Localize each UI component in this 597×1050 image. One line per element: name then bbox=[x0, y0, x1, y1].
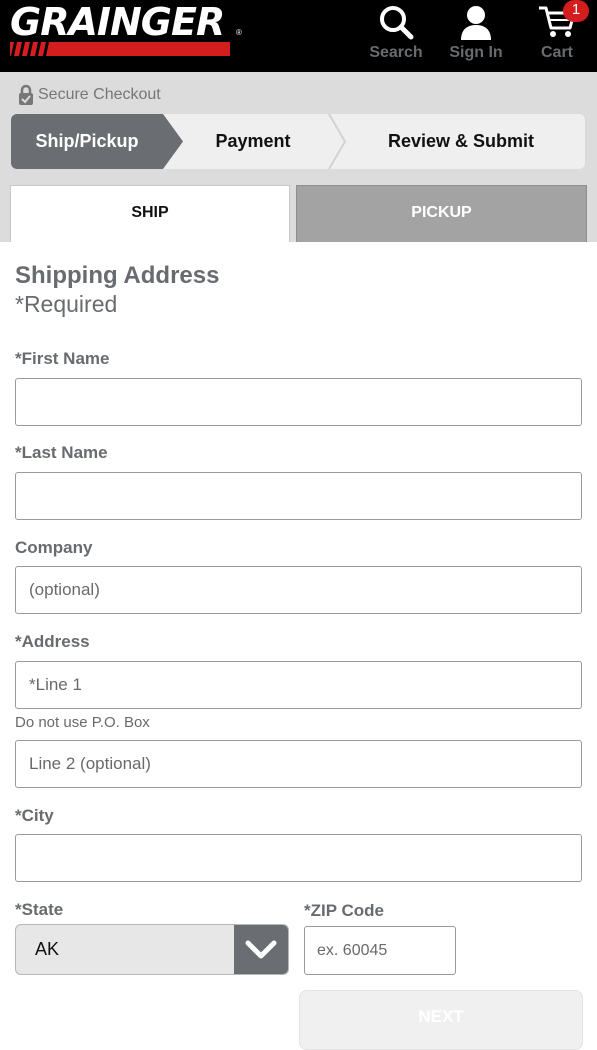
company-field[interactable]: (optional) bbox=[15, 566, 582, 614]
zip-label: *ZIP Code bbox=[304, 901, 384, 920]
city-field[interactable] bbox=[15, 834, 582, 882]
secure-checkout: Secure Checkout bbox=[18, 84, 161, 106]
po-box-hint: Do not use P.O. Box bbox=[15, 714, 150, 731]
tab-pickup[interactable]: PICKUP bbox=[296, 185, 587, 242]
required-note: *Required bbox=[15, 291, 118, 317]
ship-pickup-tabs: SHIP PICKUP bbox=[10, 185, 587, 242]
checkout-steps: Ship/Pickup Payment Review & Submit bbox=[11, 114, 585, 169]
first-name-field[interactable] bbox=[15, 378, 582, 426]
grainger-logo[interactable]: GRAINGER ® bbox=[10, 2, 242, 58]
step-ship-pickup-label: Ship/Pickup bbox=[35, 131, 139, 151]
search-label: Search bbox=[369, 44, 423, 61]
city-label: *City bbox=[15, 806, 54, 825]
top-header: GRAINGER ® Search Sign In Cart 1 bbox=[0, 0, 597, 72]
logo-text: GRAINGER bbox=[10, 0, 225, 44]
sign-in-button[interactable]: Sign In bbox=[448, 0, 504, 72]
next-button[interactable]: NEXT bbox=[299, 990, 583, 1050]
user-icon bbox=[461, 6, 491, 40]
step-arrow-active bbox=[163, 114, 183, 169]
secure-checkout-label: Secure Checkout bbox=[38, 86, 161, 103]
address-line1-field[interactable]: *Line 1 bbox=[15, 661, 582, 709]
address-label: *Address bbox=[15, 632, 90, 651]
address-line2-field[interactable]: Line 2 (optional) bbox=[15, 740, 582, 788]
chevron-down-icon bbox=[245, 940, 277, 959]
step-ship-pickup[interactable]: Ship/Pickup bbox=[11, 114, 163, 169]
zip-code-field[interactable]: ex. 60045 bbox=[304, 926, 456, 975]
state-select[interactable]: AK bbox=[15, 924, 289, 975]
tab-ship[interactable]: SHIP bbox=[10, 185, 290, 242]
first-name-label: *First Name bbox=[15, 349, 110, 368]
sign-in-label: Sign In bbox=[449, 44, 503, 61]
cart-count-badge: 1 bbox=[563, 0, 589, 22]
shipping-address-title: Shipping Address bbox=[15, 262, 220, 289]
logo-stripe-bar bbox=[10, 42, 230, 56]
search-icon bbox=[380, 6, 414, 40]
state-value: AK bbox=[35, 939, 60, 959]
step-payment[interactable]: Payment bbox=[183, 114, 323, 169]
step-divider-arrow bbox=[328, 114, 347, 169]
last-name-label: *Last Name bbox=[15, 443, 108, 462]
last-name-field[interactable] bbox=[15, 472, 582, 520]
step-review-submit[interactable]: Review & Submit bbox=[351, 114, 571, 169]
step-review-submit-label: Review & Submit bbox=[387, 131, 535, 151]
cart-label: Cart bbox=[540, 44, 573, 61]
state-dropdown-button[interactable] bbox=[234, 925, 288, 974]
company-label: Company bbox=[15, 538, 93, 557]
state-label: *State bbox=[15, 900, 64, 919]
lock-icon bbox=[19, 84, 33, 105]
registered-mark: ® bbox=[236, 28, 242, 37]
search-button[interactable]: Search bbox=[368, 0, 424, 72]
step-payment-label: Payment bbox=[215, 131, 291, 151]
